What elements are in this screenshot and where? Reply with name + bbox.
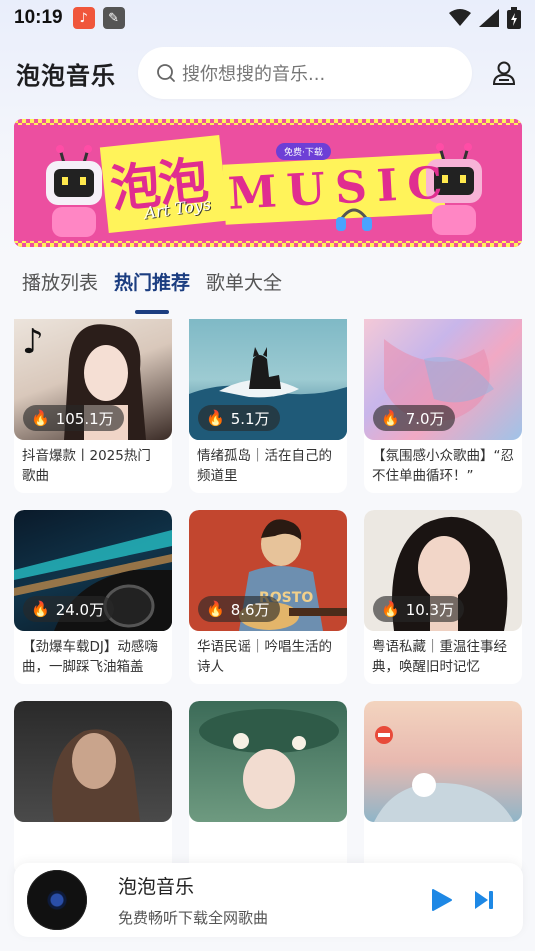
play-icon[interactable] [431,888,453,912]
tab-hot-recommend[interactable]: 热门推荐 [114,268,190,308]
playlist-title: 【劲爆车载DJ】动感嗨曲，一脚踩飞油箱盖 [22,639,158,675]
playlist-card[interactable] [189,701,347,875]
playlist-cover: 🔥 5.1万 [189,319,347,440]
playlist-card[interactable]: 🔥 24.0万 【劲爆车载DJ】动感嗨曲，一脚踩飞油箱盖 [14,510,172,684]
app-title: 泡泡音乐 [16,61,116,90]
playlist-cover [189,701,347,822]
play-count-text: 105.1万 [55,409,114,428]
music-app-icon: ♪ [72,7,95,29]
play-count: 🔥 10.3万 [373,596,465,622]
play-count: 🔥 24.0万 [23,596,115,622]
search-placeholder: 搜你想搜的音乐... [182,64,326,85]
fire-icon: 🔥 [31,600,50,618]
play-count: 🔥 5.1万 [198,405,280,431]
status-icons [449,7,521,29]
play-count: 🔥 105.1万 [23,405,124,431]
player-info: 泡泡音乐 免费畅听下载全网歌曲 [118,872,268,928]
status-bar: 10:19 ♪ ✎ [0,0,535,36]
playlist-card[interactable]: ROSTO 🔥 8.6万 华语民谣｜吟唱生活的诗人 [189,510,347,684]
playlist-card[interactable] [14,701,172,875]
playlist-cover: ♪ 🔥 105.1万 [14,319,172,440]
search-icon [157,64,175,82]
banner-badge: 免费·下载 [276,143,331,160]
play-count-text: 5.1万 [230,409,270,428]
fire-icon: 🔥 [206,409,225,427]
promo-banner[interactable]: 泡泡 MUSIC Art Toys 免费·下载 [14,119,522,247]
play-count: 🔥 7.0万 [373,405,455,431]
playlist-cover [14,701,172,822]
playlist-title: 情绪孤岛｜活在自己的频道里 [197,448,332,484]
player-title: 泡泡音乐 [118,876,195,898]
player-subtitle: 免费畅听下载全网歌曲 [118,909,269,927]
play-count-text: 24.0万 [55,600,105,619]
playlist-cover: 🔥 7.0万 [364,319,522,440]
playlist-cover: 🔥 24.0万 [14,510,172,631]
user-icon [492,61,516,85]
cover-artwork [374,726,514,822]
next-track-icon[interactable] [473,889,495,911]
category-tabs: 播放列表 热门推荐 歌单大全 [22,268,282,308]
playlist-title: 【氛围感小众歌曲】“忍不住单曲循环！” [372,448,514,484]
playlist-cover: 🔥 10.3万 [364,510,522,631]
playlist-card[interactable] [364,701,522,875]
playlist-title: 华语民谣｜吟唱生活的诗人 [197,639,332,675]
fire-icon: 🔥 [381,409,400,427]
playlist-card[interactable]: ♪ 🔥 105.1万 抖音爆款丨2025热门歌曲 [14,319,172,493]
play-count-text: 10.3万 [405,600,455,619]
status-time: 10:19 [14,7,63,28]
mini-player[interactable]: 泡泡音乐 免费畅听下载全网歌曲 [14,863,523,937]
player-controls [431,888,495,912]
user-profile-button[interactable] [489,58,519,88]
playlist-cover [364,701,522,822]
svg-text:♪: ♪ [22,322,44,362]
play-count-text: 8.6万 [230,600,270,619]
playlist-card[interactable]: 🔥 7.0万 【氛围感小众歌曲】“忍不住单曲循环！” [364,319,522,493]
play-count-text: 7.0万 [405,409,445,428]
playlist-title: 粤语私藏｜重温往事经典，唤醒旧时记忆 [372,639,507,675]
playlist-card[interactable]: 🔥 5.1万 情绪孤岛｜活在自己的频道里 [189,319,347,493]
playlist-card[interactable]: 🔥 10.3万 粤语私藏｜重温往事经典，唤醒旧时记忆 [364,510,522,684]
tab-song-lists[interactable]: 歌单大全 [206,268,282,308]
signal-icon [479,9,499,27]
play-count: 🔥 8.6万 [198,596,280,622]
cover-artwork [199,709,339,809]
fire-icon: 🔥 [206,600,225,618]
battery-icon [507,7,521,29]
fire-icon: 🔥 [381,600,400,618]
wifi-icon [449,9,471,26]
playlist-cover: ROSTO 🔥 8.6万 [189,510,347,631]
edit-app-icon: ✎ [102,7,125,29]
album-disc [27,870,87,930]
app-header: 泡泡音乐 搜你想搜的音乐... [0,46,535,100]
search-input[interactable]: 搜你想搜的音乐... [138,47,472,99]
cover-artwork [52,729,140,822]
fire-icon: 🔥 [31,409,50,427]
playlist-title: 抖音爆款丨2025热门歌曲 [22,448,151,484]
playlist-grid: ♪ 🔥 105.1万 抖音爆款丨2025热门歌曲 🔥 5.1万 情绪孤岛｜活在自… [14,319,523,875]
tab-playlist[interactable]: 播放列表 [22,268,98,308]
